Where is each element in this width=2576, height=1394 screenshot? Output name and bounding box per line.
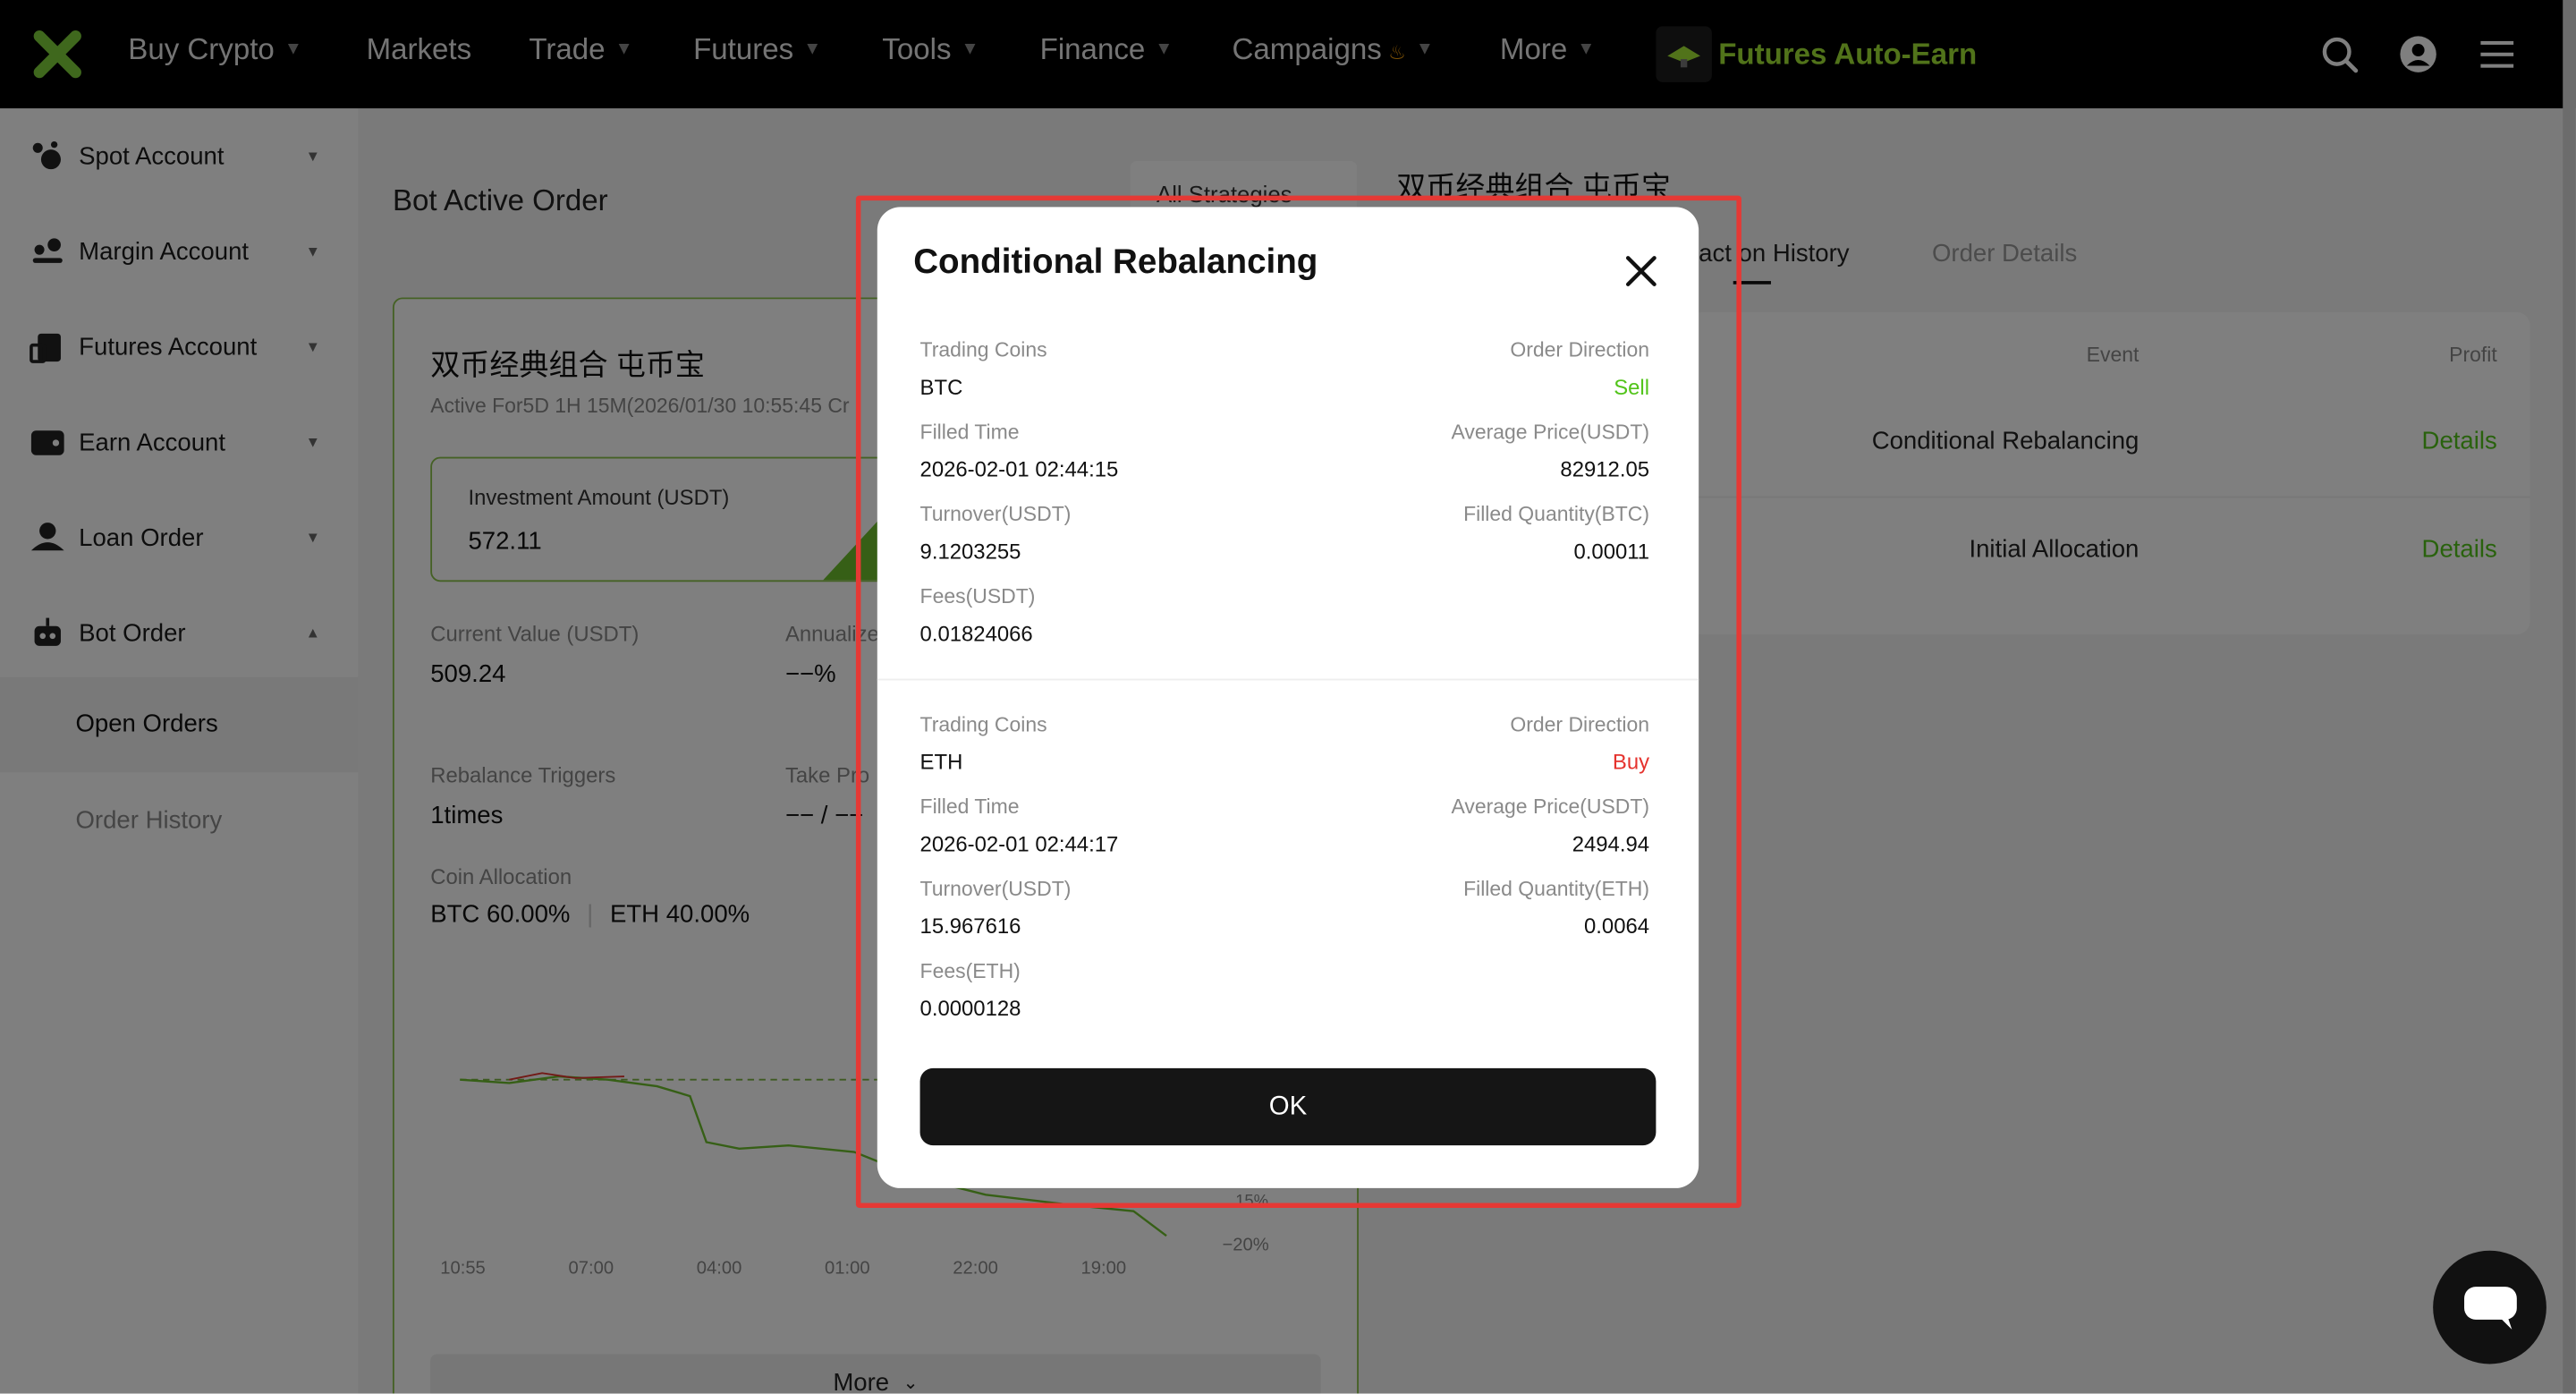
highlight-annotation-box <box>855 195 1741 1208</box>
chat-support-button[interactable] <box>2433 1250 2546 1364</box>
chat-icon <box>2464 1287 2517 1330</box>
